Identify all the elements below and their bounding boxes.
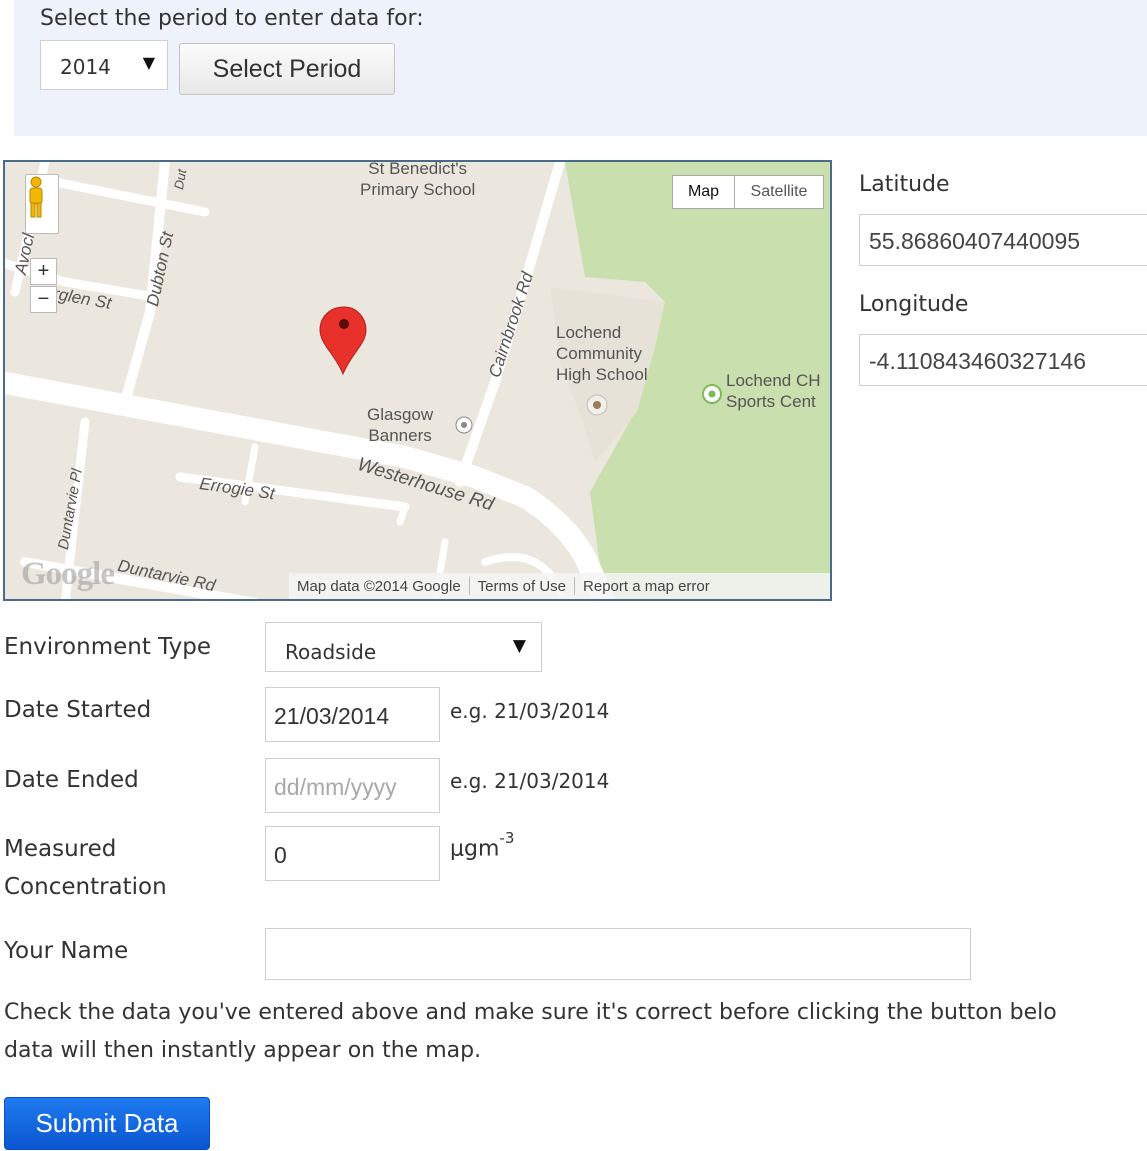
environment-type-value: Roadside (285, 640, 377, 664)
confirmation-notice: Check the data you've entered above and … (4, 994, 1147, 1070)
date-ended-label: Date Ended (4, 767, 139, 793)
longitude-label: Longitude (859, 292, 969, 317)
latitude-input[interactable]: 55.86860407440095 (859, 214, 1147, 266)
latitude-label: Latitude (859, 172, 950, 197)
environment-type-label: Environment Type (4, 634, 211, 660)
zoom-in-button[interactable]: + (30, 258, 57, 285)
map-type-satellite-button[interactable]: Satellite (734, 175, 824, 209)
submit-data-button[interactable]: Submit Data (4, 1097, 210, 1150)
date-ended-hint: e.g. 21/03/2014 (450, 769, 610, 793)
lochend-school-label: Lochend Community High School (556, 323, 648, 384)
map-attribution: Map data ©2014 Google Terms of Use Repor… (289, 573, 830, 599)
report-map-error-link[interactable]: Report a map error (575, 578, 718, 595)
zoom-out-button[interactable]: − (30, 286, 57, 313)
longitude-input[interactable]: -4.110843460327146 (859, 334, 1147, 386)
map-canvas (5, 162, 830, 599)
location-map[interactable]: St Benedict's Primary School Lochend Com… (3, 160, 832, 601)
notice-line-1: Check the data you've entered above and … (4, 1000, 1057, 1025)
environment-type-select[interactable]: Roadside ▼ (265, 622, 542, 672)
your-name-input[interactable] (265, 928, 971, 980)
concentration-unit: μgm-3 (450, 829, 515, 862)
location-marker (319, 306, 367, 376)
period-heading: Select the period to enter data for: (40, 6, 424, 31)
select-period-button[interactable]: Select Period (179, 43, 395, 95)
glasgow-banners-label: Glasgow Banners (367, 405, 434, 445)
measured-concentration-label-2: Concentration (4, 874, 167, 900)
person-icon (29, 176, 43, 218)
date-started-hint: e.g. 21/03/2014 (450, 699, 610, 723)
date-ended-input[interactable]: dd/mm/yyyy (265, 758, 440, 813)
year-select-value: 2014 (60, 55, 111, 79)
terms-of-use-link[interactable]: Terms of Use (470, 578, 574, 595)
year-select[interactable]: 2014 ▼ (40, 40, 168, 90)
google-logo: Google (21, 556, 115, 592)
date-started-label: Date Started (4, 697, 152, 723)
school-label: St Benedict's Primary School (360, 160, 476, 199)
concentration-input[interactable]: 0 (265, 826, 440, 881)
notice-line-2: data will then instantly appear on the m… (4, 1038, 482, 1063)
chevron-down-icon: ▼ (142, 53, 155, 72)
date-started-input[interactable]: 21/03/2014 (265, 687, 440, 742)
map-data-text: Map data ©2014 Google (297, 577, 461, 595)
small-road-2 (396, 503, 409, 526)
your-name-label: Your Name (4, 938, 129, 964)
sports-centre-label: Lochend CH Sports Cent (726, 371, 821, 411)
chevron-down-icon: ▼ (512, 636, 526, 656)
pegman-icon[interactable] (25, 174, 59, 234)
measured-concentration-label: Measured (4, 836, 117, 862)
map-type-map-button[interactable]: Map (672, 175, 735, 209)
